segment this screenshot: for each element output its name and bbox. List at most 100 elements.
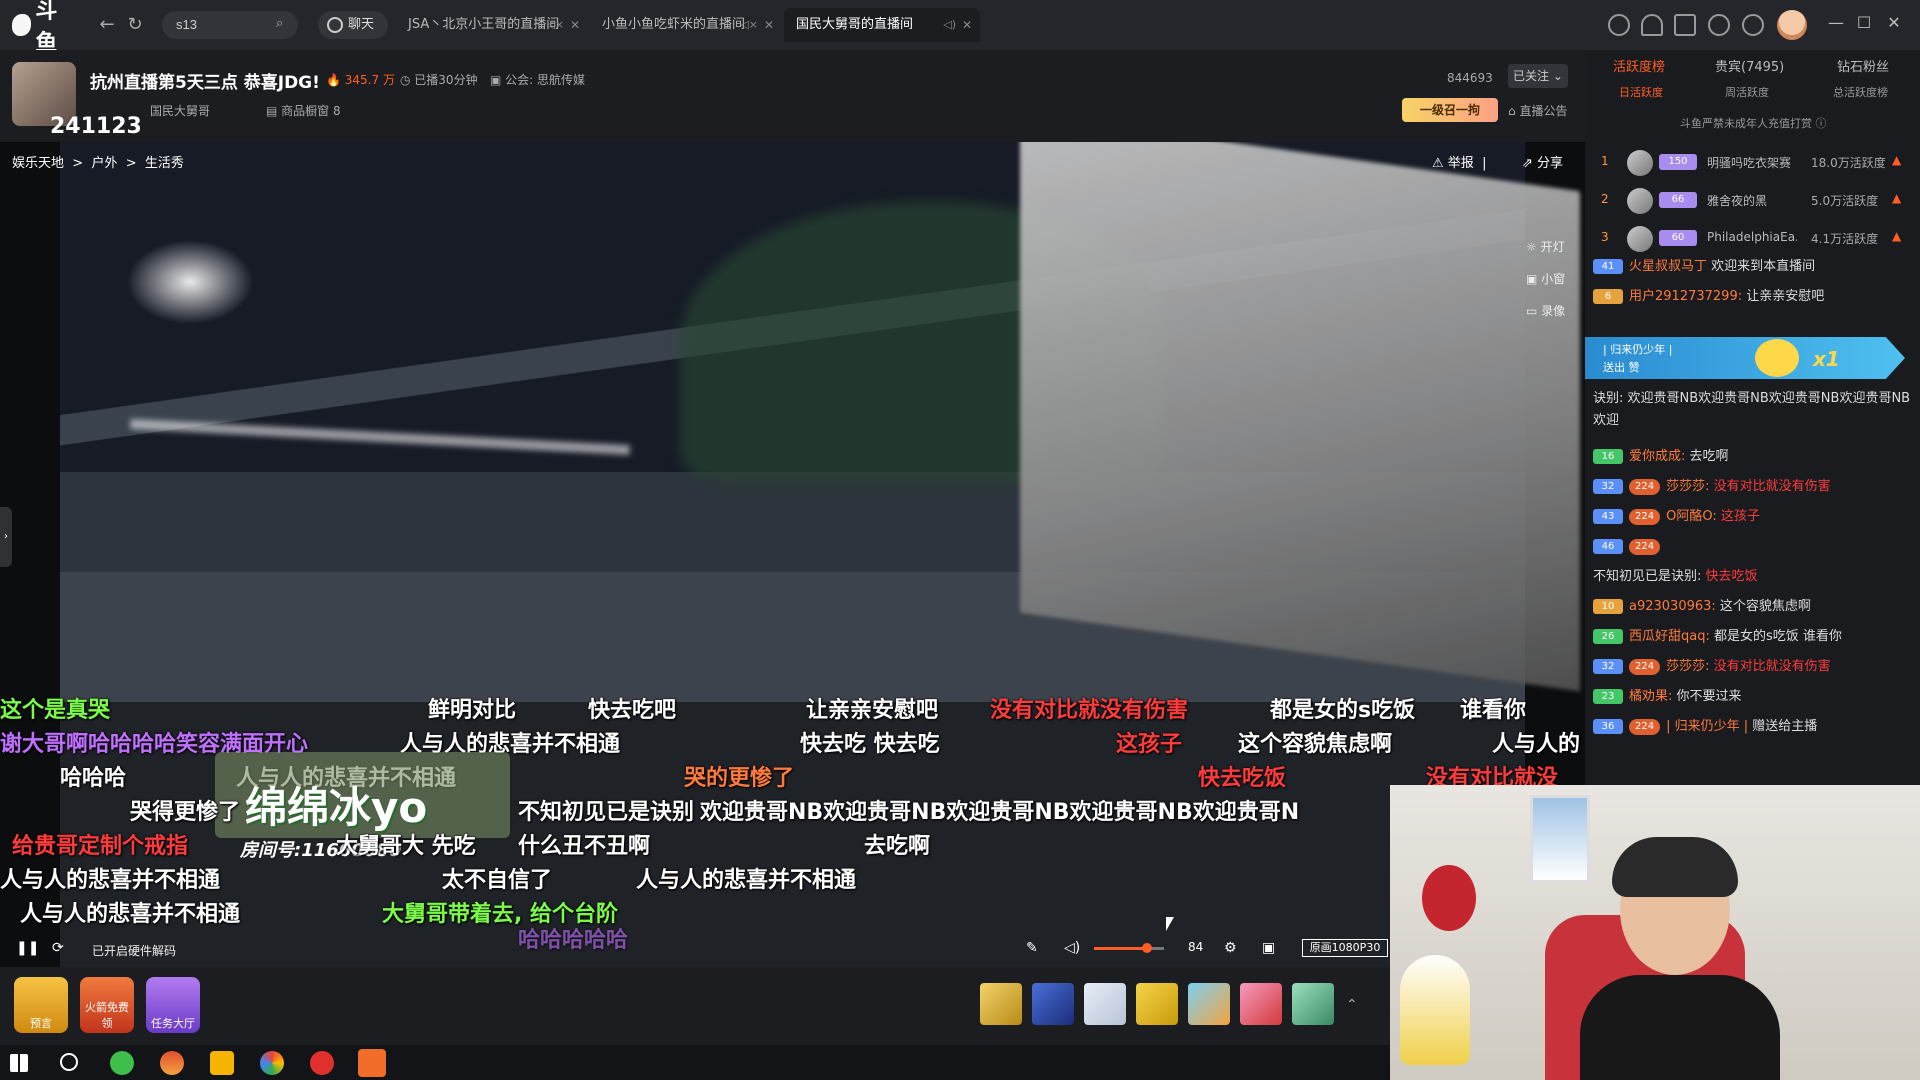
windows-start-icon[interactable] (10, 1054, 28, 1072)
task-icon[interactable] (1674, 14, 1696, 36)
close-tab-icon[interactable]: ✕ (962, 8, 972, 42)
level-badge: 32 (1593, 659, 1623, 674)
subtab-total[interactable]: 总活跃度榜 (1833, 84, 1888, 100)
message-icon[interactable] (1708, 14, 1730, 36)
chat-user-name[interactable]: 莎莎莎: (1666, 659, 1709, 674)
chat-user-name[interactable]: 爱你成成: (1629, 449, 1685, 464)
hot-count: 🔥 345.7 万 (326, 71, 395, 88)
chat-user-name[interactable]: | 归来仍少年 | (1666, 719, 1748, 734)
refresh-icon[interactable]: ↻ (124, 14, 146, 36)
chrome-icon[interactable] (260, 1051, 284, 1075)
anchor-name[interactable]: 国民大舅哥 (150, 102, 210, 119)
chat-user-name[interactable]: 西瓜好甜qaq: (1629, 629, 1710, 644)
subtab-daily[interactable]: 日活跃度 (1619, 84, 1663, 100)
search-icon[interactable] (60, 1053, 78, 1071)
user-avatar[interactable] (1777, 10, 1807, 40)
breadcrumb-item[interactable]: 娱乐天地 (12, 156, 64, 171)
breadcrumb-item[interactable]: 户外 (91, 156, 117, 171)
share-button[interactable]: ⇗ 分享 (1522, 152, 1563, 171)
douyu-logo[interactable]: 斗鱼 (12, 0, 74, 56)
tab-room-1[interactable]: JSA丶北京小王哥的直播间 ◁× ✕ (396, 8, 588, 42)
promo-badge[interactable]: 一级召一拘 (1402, 98, 1498, 122)
gold-gift-icon[interactable] (1136, 983, 1178, 1025)
chat-user-name[interactable]: 不知初见已是诀别: (1593, 569, 1701, 584)
record-button[interactable]: ▭ 录像 (1526, 302, 1565, 319)
video-player[interactable]: 娱乐天地 > 户外 > 生活秀 ⚠ 举报 | ⇗ 分享 ☼ 开灯 ▣ 小窗 ▭ … (0, 142, 1585, 967)
light-toggle[interactable]: ☼ 开灯 (1526, 238, 1565, 255)
history-icon[interactable] (1608, 14, 1630, 36)
quality-selector[interactable]: 原画1080P30 (1302, 939, 1388, 957)
box-gift-icon[interactable] (1188, 983, 1230, 1025)
rocket-gift-icon[interactable] (1032, 983, 1074, 1025)
expand-left-icon[interactable]: › (0, 507, 12, 567)
room-header: 抗州直播第5天三点 恭喜JDG! 🔥 345.7 万 ◷ 已播30分钟 ▣ 公会… (0, 50, 1585, 142)
task-hall-button[interactable]: 任务大厅 (146, 977, 200, 1033)
danmaku-toggle-icon[interactable]: ▣ (1262, 940, 1275, 956)
tab-room-3[interactable]: 国民大舅哥的直播间 ◁) ✕ (784, 8, 980, 42)
volume-icon[interactable]: ◁) (1064, 940, 1080, 956)
rank-row[interactable]: 2 66 雅舍夜的黑 5.0万活跃度 ▲ (1585, 184, 1920, 216)
reload-icon[interactable]: ⟳ (52, 940, 64, 956)
breadcrumb-item[interactable]: 生活秀 (145, 156, 184, 171)
search-icon[interactable]: ⌕ (276, 16, 292, 32)
rank-number: 3 (1601, 230, 1609, 244)
pause-icon[interactable]: ❚❚ (16, 940, 39, 956)
tab-room-2[interactable]: 小鱼小鱼吃虾米的直播间 ◁× ✕ (590, 8, 782, 42)
danmaku-item: 大舅哥大 先吃 (336, 834, 476, 859)
music-icon[interactable] (310, 1051, 334, 1075)
info-icon[interactable]: ⓘ (1816, 117, 1827, 130)
gear-icon[interactable]: ⚙ (1224, 940, 1237, 956)
mini-window-toggle[interactable]: ▣ 小窗 (1526, 270, 1565, 287)
close-window-icon[interactable]: ✕ (1884, 13, 1904, 35)
chat-user-name[interactable]: 火星叔叔马丁 (1629, 259, 1707, 274)
share-icon: ⇗ (1522, 156, 1533, 171)
tab-vip[interactable]: 贵宾(7495) (1715, 56, 1784, 75)
browser-icon[interactable] (160, 1051, 184, 1075)
rank-row[interactable]: 3 60 PhiladelphiaEa... 4.1万活跃度 ▲ (1585, 222, 1920, 254)
mute-icon[interactable]: ◁× (546, 8, 564, 42)
minimize-icon[interactable]: — (1826, 13, 1846, 35)
wechat-icon[interactable] (110, 1051, 134, 1075)
chat-label: 聊天 (348, 17, 375, 32)
chat-user-name[interactable]: 诀别: (1593, 391, 1623, 406)
tab-diamond-fans[interactable]: 钻石粉丝 (1837, 56, 1889, 75)
chat-user-name[interactable]: 橘劝果: (1629, 689, 1672, 704)
level-badge: 6 (1593, 289, 1623, 304)
follow-button[interactable]: 已关注 ⌄ (1508, 64, 1568, 88)
danmaku-item: 人与人的 (1492, 732, 1581, 757)
chat-button[interactable]: 聊天 (318, 11, 388, 39)
douyu-taskbar-icon[interactable] (358, 1049, 386, 1077)
subtab-weekly[interactable]: 周活跃度 (1725, 84, 1769, 100)
level-badge: 36 (1593, 719, 1623, 734)
close-tab-icon[interactable]: ✕ (570, 8, 580, 42)
danmaku-item: 快去吃 快去吃 (800, 732, 940, 757)
notice-button[interactable]: ⌂ 直播公告 (1508, 102, 1567, 119)
chat-user-name[interactable]: 用户2912737299: (1629, 289, 1742, 304)
volume-knob[interactable] (1141, 943, 1152, 953)
obs-icon[interactable] (210, 1051, 234, 1075)
back-icon[interactable]: ← (96, 14, 118, 36)
free-rocket-button[interactable]: 火箭免费领 (80, 977, 134, 1033)
duration-value: 已播30分钟 (414, 73, 478, 87)
mute-icon[interactable]: ◁× (740, 8, 758, 42)
tab-activity-rank[interactable]: 活跃度榜 (1613, 56, 1665, 75)
plane-gift-icon[interactable] (1084, 983, 1126, 1025)
chevron-up-icon[interactable]: ⌃ (1346, 997, 1358, 1013)
settings-icon[interactable] (1742, 14, 1764, 36)
danmaku-edit-icon[interactable]: ✎ (1026, 940, 1038, 956)
shop-window[interactable]: ▤ 商品橱窗 8 (266, 102, 341, 119)
maximize-icon[interactable]: ☐ (1854, 13, 1874, 35)
close-tab-icon[interactable]: ✕ (764, 8, 774, 42)
chat-user-name[interactable]: a923030963: (1629, 599, 1716, 614)
prophecy-button[interactable]: 预言 (14, 977, 68, 1033)
rank-row[interactable]: 1 150 明骚吗吃衣架赛 18.0万活跃度 ▲ (1585, 146, 1920, 178)
guild[interactable]: ▣ 公会: 思航传媒 (490, 71, 585, 88)
chat-user-name[interactable]: 莎莎莎: (1666, 479, 1709, 494)
character-gift-icon[interactable] (1292, 983, 1334, 1025)
report-button[interactable]: ⚠ 举报 | (1432, 152, 1486, 171)
volume-icon[interactable]: ◁) (943, 8, 956, 42)
chat-user-name[interactable]: O阿酪O: (1666, 509, 1717, 524)
heart-gift-icon[interactable] (1240, 983, 1282, 1025)
gift-icon[interactable] (980, 983, 1022, 1025)
favorite-icon[interactable] (1641, 14, 1663, 36)
